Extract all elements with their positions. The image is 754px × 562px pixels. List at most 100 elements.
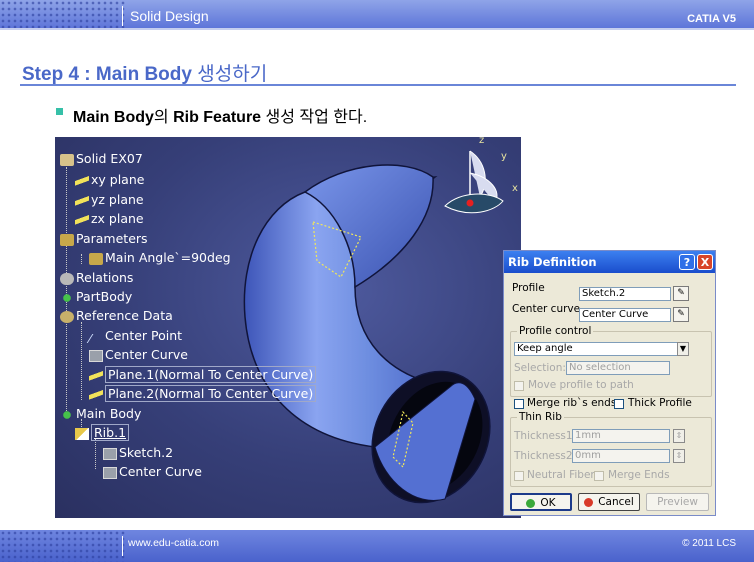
profile-label: Profile <box>512 282 545 294</box>
header-separator <box>122 6 123 26</box>
tree-item-main-body[interactable]: Main Body <box>60 406 141 421</box>
tree-item-zx-label: zx plane <box>91 211 144 226</box>
chevron-down-icon[interactable]: ▼ <box>677 342 689 356</box>
merge-ribs-checkbox[interactable] <box>514 399 524 409</box>
tree-item-plane1-label: Plane.1(Normal To Center Curve) <box>105 366 317 383</box>
catia-viewport[interactable]: z y x Solid EX07 xy plane yz plane zx pl… <box>55 137 521 518</box>
tree-ref-line <box>81 322 82 400</box>
merge-ribs-label: Merge rib`s ends <box>527 397 617 409</box>
bullet-icon <box>56 108 63 115</box>
footer-separator <box>122 536 123 556</box>
tree-item-plane1[interactable]: Plane.1(Normal To Center Curve) <box>89 366 317 383</box>
tree-item-root[interactable]: Solid EX07 <box>60 151 143 166</box>
ok-button-label: OK <box>540 497 556 509</box>
header-divider <box>0 28 754 30</box>
tree-item-zx-plane[interactable]: zx plane <box>75 211 144 226</box>
sketch-icon <box>89 349 103 362</box>
footer-dot-pattern <box>0 530 125 562</box>
thickness2-stepper: ⇕ <box>673 449 685 463</box>
plane-icon <box>75 194 89 207</box>
tree-item-rib1[interactable]: Rib.1 <box>75 424 130 441</box>
tree-item-reference-data[interactable]: Reference Data <box>60 308 173 323</box>
ok-button[interactable]: OK <box>510 493 572 511</box>
thick-profile-checkbox[interactable] <box>614 399 624 409</box>
tree-item-center-point-label: Center Point <box>105 328 183 343</box>
tree-item-main-angle[interactable]: Main Angle`=90deg <box>89 250 231 265</box>
parameters-icon <box>60 233 74 246</box>
thickness2-label: Thickness2: <box>514 450 577 462</box>
tree-item-reference-label: Reference Data <box>76 308 173 323</box>
tree-item-plane2[interactable]: Plane.2(Normal To Center Curve) <box>89 385 317 402</box>
compass-icon[interactable] <box>440 141 520 221</box>
cancel-button[interactable]: Cancel <box>578 493 640 511</box>
selection-label: Selection: <box>514 362 566 374</box>
tree-item-yz-label: yz plane <box>91 192 144 207</box>
thickness2-field: 0mm <box>572 449 670 463</box>
tree-item-xy-label: xy plane <box>91 172 145 187</box>
angle-parameter-icon <box>89 252 103 265</box>
footer-bar: www.edu-catia.com © 2011 LCS <box>0 530 754 562</box>
point-icon: ⁄ <box>89 330 92 346</box>
help-button[interactable]: ? <box>679 254 695 270</box>
tree-item-sketch2-label: Sketch.2 <box>119 445 174 460</box>
tree-item-main-body-label: Main Body <box>76 406 142 421</box>
tree-item-yz-plane[interactable]: yz plane <box>75 192 144 207</box>
profile-control-select[interactable]: Keep angle <box>514 342 689 356</box>
header-brand: CATIA V5 <box>687 13 736 25</box>
step-title: Step 4 : Main Body 생성하기 <box>22 59 267 86</box>
subtitle-rib-feature: Rib Feature <box>173 109 262 126</box>
tree-item-rib1-label: Rib.1 <box>91 424 130 441</box>
cancel-icon <box>584 497 594 507</box>
close-button[interactable]: X <box>697 254 713 270</box>
subtitle-particle: 의 <box>153 109 174 126</box>
plane-icon <box>75 174 89 187</box>
relations-icon <box>60 272 74 285</box>
tree-item-relations[interactable]: Relations <box>60 270 133 285</box>
center-curve-field[interactable]: Center Curve <box>579 308 671 322</box>
neutral-fiber-checkbox <box>514 471 524 481</box>
preview-button: Preview <box>646 493 709 511</box>
tree-item-plane2-label: Plane.2(Normal To Center Curve) <box>105 385 317 402</box>
tree-item-center-curve[interactable]: Center Curve <box>89 347 188 362</box>
tree-item-root-label: Solid EX07 <box>76 151 143 166</box>
thin-rib-label: Thin Rib <box>517 411 564 423</box>
neutral-fiber-label: Neutral Fiber <box>527 469 595 481</box>
tree-item-center-curve2-label: Center Curve <box>119 464 202 479</box>
compass-z-label: z <box>479 137 485 146</box>
tree-item-parameters[interactable]: Parameters <box>60 231 148 246</box>
header-dot-pattern <box>0 0 125 30</box>
tree-item-partbody-label: PartBody <box>76 289 133 304</box>
plane-icon <box>75 213 89 226</box>
tree-param-line <box>81 254 82 264</box>
footer-url[interactable]: www.edu-catia.com <box>128 537 219 549</box>
edit-curve-icon[interactable]: ✎ <box>673 307 689 322</box>
profile-control-label: Profile control <box>517 325 594 337</box>
center-curve-label: Center curve <box>512 303 581 315</box>
tree-item-center-point[interactable]: ⁄ Center Point <box>89 328 183 346</box>
thick-profile-label: Thick Profile <box>628 397 692 409</box>
body-icon <box>60 291 74 304</box>
plane-icon <box>89 369 103 382</box>
subtitle-rest: 생성 작업 한다. <box>261 109 368 126</box>
tree-item-xy-plane[interactable]: xy plane <box>75 172 144 187</box>
dialog-title: Rib Definition <box>508 255 597 269</box>
plane-icon <box>89 388 103 401</box>
compass-y-label: y <box>501 151 507 162</box>
sketch-icon <box>103 466 117 479</box>
footer-copyright: © 2011 LCS <box>682 538 736 549</box>
cancel-button-label: Cancel <box>598 496 634 508</box>
profile-field[interactable]: Sketch.2 <box>579 287 671 301</box>
selection-field: No selection <box>566 361 670 375</box>
edit-sketch-icon[interactable]: ✎ <box>673 286 689 301</box>
tree-item-partbody[interactable]: PartBody <box>60 289 132 304</box>
merge-ends-label: Merge Ends <box>608 469 670 481</box>
tree-item-center-curve-2[interactable]: Center Curve <box>103 464 202 479</box>
tree-item-sketch2[interactable]: Sketch.2 <box>103 445 173 460</box>
tree-item-relations-label: Relations <box>76 270 134 285</box>
thickness1-stepper: ⇕ <box>673 429 685 443</box>
body-icon <box>60 408 74 421</box>
rib-definition-dialog: Rib Definition ? X Profile Sketch.2 ✎ Ce… <box>503 250 716 516</box>
sketch-icon <box>103 447 117 460</box>
tree-item-main-angle-label: Main Angle`=90deg <box>105 250 231 265</box>
tree-rib-line <box>95 439 96 469</box>
